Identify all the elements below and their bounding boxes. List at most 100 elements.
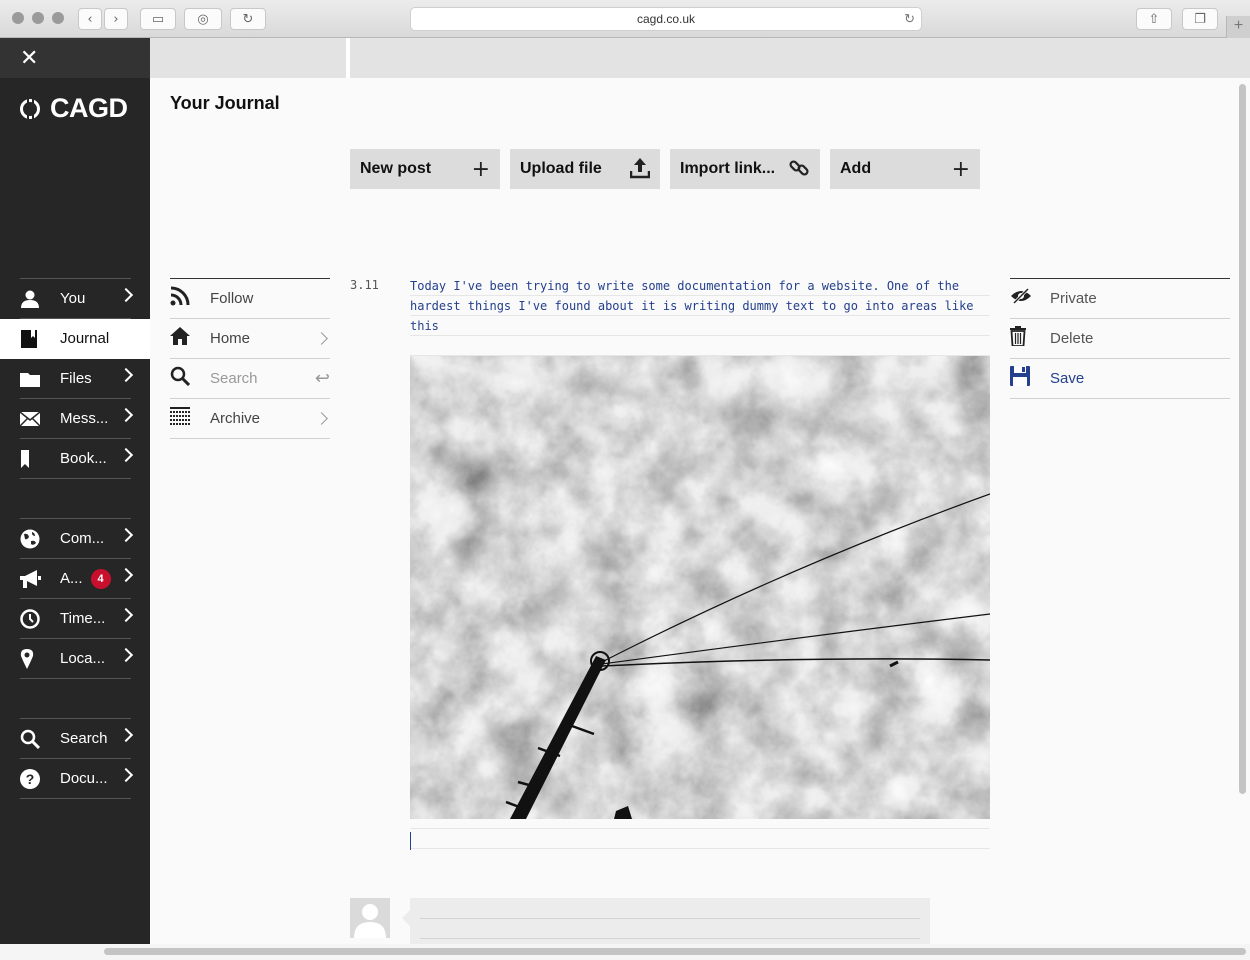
- button-label: Add: [840, 160, 872, 177]
- back-button[interactable]: ‹: [78, 8, 102, 30]
- address-bar[interactable]: cagd.co.uk ↻: [410, 7, 922, 31]
- plus-icon: +: [951, 157, 970, 182]
- post-body-input[interactable]: [410, 828, 990, 850]
- sidebar-item-timeline[interactable]: Time...: [20, 599, 134, 639]
- delete-button[interactable]: Delete: [1010, 319, 1230, 359]
- close-window-button[interactable]: [12, 12, 24, 24]
- close-icon: ✕: [20, 46, 39, 71]
- reload-icon[interactable]: ↻: [230, 8, 266, 30]
- subnav-home[interactable]: Home: [170, 319, 330, 359]
- import-link-button[interactable]: Import link...: [670, 149, 820, 189]
- sidebar-item-label: Docu...: [60, 770, 108, 787]
- subnav-label: Archive: [210, 410, 261, 427]
- refresh-icon[interactable]: ↻: [904, 8, 915, 30]
- tabs-overview-icon[interactable]: ❐: [1182, 8, 1218, 30]
- sidebar-item-documentation[interactable]: ? Docu...: [20, 759, 134, 799]
- sidebar-item-label: Com...: [60, 530, 105, 547]
- sidebar-item-messages[interactable]: Mess...: [20, 399, 134, 439]
- clock-icon: [20, 608, 60, 629]
- chevron-right-icon: [118, 407, 134, 423]
- chevron-right-icon: [118, 727, 134, 743]
- chevron-right-icon: [118, 647, 134, 663]
- page-title: Your Journal: [170, 93, 280, 113]
- brand[interactable]: CAGD: [20, 93, 128, 124]
- nav-group-personal: You Journal Files Mess... Book...: [0, 278, 150, 479]
- comment-input[interactable]: [402, 898, 930, 948]
- sidebar-item-label: Loca...: [60, 650, 106, 667]
- chevron-right-icon: [315, 412, 328, 425]
- extension-icon[interactable]: ◎: [184, 8, 222, 30]
- chevron-right-icon: [118, 607, 134, 623]
- button-label: Import link...: [680, 160, 776, 177]
- new-post-button[interactable]: New post +: [350, 149, 500, 189]
- share-icon[interactable]: ⇧: [1136, 8, 1172, 30]
- sidebar-item-search[interactable]: Search: [20, 719, 134, 759]
- sidebar-item-announcements[interactable]: A... 4: [20, 559, 134, 599]
- sidebar-item-label: A...: [60, 570, 83, 587]
- sidebar-item-bookmarks[interactable]: Book...: [20, 439, 134, 479]
- top-band-right: [350, 38, 1250, 78]
- logo-icon: [20, 98, 40, 119]
- horizontal-scrollbar[interactable]: [104, 948, 1246, 955]
- megaphone-icon: [20, 569, 60, 589]
- subnav-follow[interactable]: Follow: [170, 279, 330, 319]
- envelope-icon: [20, 409, 60, 429]
- journal-icon: [20, 329, 60, 349]
- journal-subnav: Follow Home Search ↩ Archive: [170, 278, 330, 439]
- save-button[interactable]: Save: [1010, 359, 1230, 399]
- chevron-right-icon: [118, 447, 134, 463]
- post-text[interactable]: Today I've been trying to write some doc…: [410, 276, 990, 336]
- globe-icon: [20, 529, 60, 549]
- subnav-search-input[interactable]: Search ↩: [170, 359, 330, 399]
- chevron-right-icon: [118, 567, 134, 583]
- upload-file-button[interactable]: Upload file: [510, 149, 660, 189]
- delete-label: Delete: [1050, 330, 1094, 347]
- sidebar-item-label: Book...: [60, 450, 107, 467]
- floppy-disk-icon: [1010, 366, 1050, 391]
- sidebar-item-journal[interactable]: Journal: [0, 319, 150, 359]
- avatar: [350, 898, 390, 938]
- forward-button[interactable]: ›: [104, 8, 128, 30]
- add-button[interactable]: Add +: [830, 149, 980, 189]
- sidebar-item-files[interactable]: Files: [20, 359, 134, 399]
- sidebar-item-you[interactable]: You: [20, 279, 134, 319]
- sidebar-item-community[interactable]: Com...: [20, 519, 134, 559]
- zoom-window-button[interactable]: [52, 12, 64, 24]
- chevron-right-icon: [118, 287, 134, 303]
- home-icon: [170, 327, 210, 350]
- button-label: New post: [360, 160, 432, 177]
- rss-icon: [170, 286, 210, 311]
- notification-badge: 4: [90, 568, 111, 589]
- sidebar-item-locations[interactable]: Loca...: [20, 639, 134, 679]
- subnav-archive[interactable]: Archive: [170, 399, 330, 439]
- link-icon: [788, 157, 810, 185]
- nav-group-tools: Search ? Docu...: [20, 718, 134, 799]
- top-band-left: [150, 38, 346, 78]
- close-sidebar-button[interactable]: ✕: [0, 38, 150, 78]
- new-tab-button[interactable]: +: [1226, 16, 1250, 38]
- eye-slash-icon: [1010, 287, 1050, 309]
- sidebar-toggle-icon[interactable]: ▭: [140, 8, 176, 30]
- vertical-scrollbar[interactable]: [1239, 84, 1246, 794]
- search-icon: [170, 366, 210, 391]
- chevron-right-icon: [118, 527, 134, 543]
- sidebar-item-label: Files: [60, 370, 92, 387]
- folder-icon: [20, 369, 60, 389]
- sidebar-item-label: Mess...: [60, 410, 109, 427]
- sidebar-item-label: Search: [60, 730, 108, 747]
- brand-name: CAGD: [50, 93, 128, 123]
- nav-group-community: Com... A... 4 Time... Loca...: [20, 518, 134, 679]
- calendar-icon: [170, 407, 210, 430]
- trash-icon: [1010, 326, 1050, 351]
- private-label: Private: [1050, 290, 1097, 307]
- url-text: cagd.co.uk: [636, 12, 696, 26]
- sidebar: ✕ CAGD You Journal Files Mess... Book...…: [0, 38, 150, 960]
- minimize-window-button[interactable]: [32, 12, 44, 24]
- bookmark-icon: [20, 449, 60, 469]
- private-button[interactable]: Private: [1010, 279, 1230, 319]
- enter-icon[interactable]: ↩: [315, 368, 330, 389]
- chevron-right-icon: [315, 332, 328, 345]
- chevron-right-icon: [118, 367, 134, 383]
- plus-icon: +: [471, 157, 490, 182]
- search-placeholder: Search: [210, 370, 258, 387]
